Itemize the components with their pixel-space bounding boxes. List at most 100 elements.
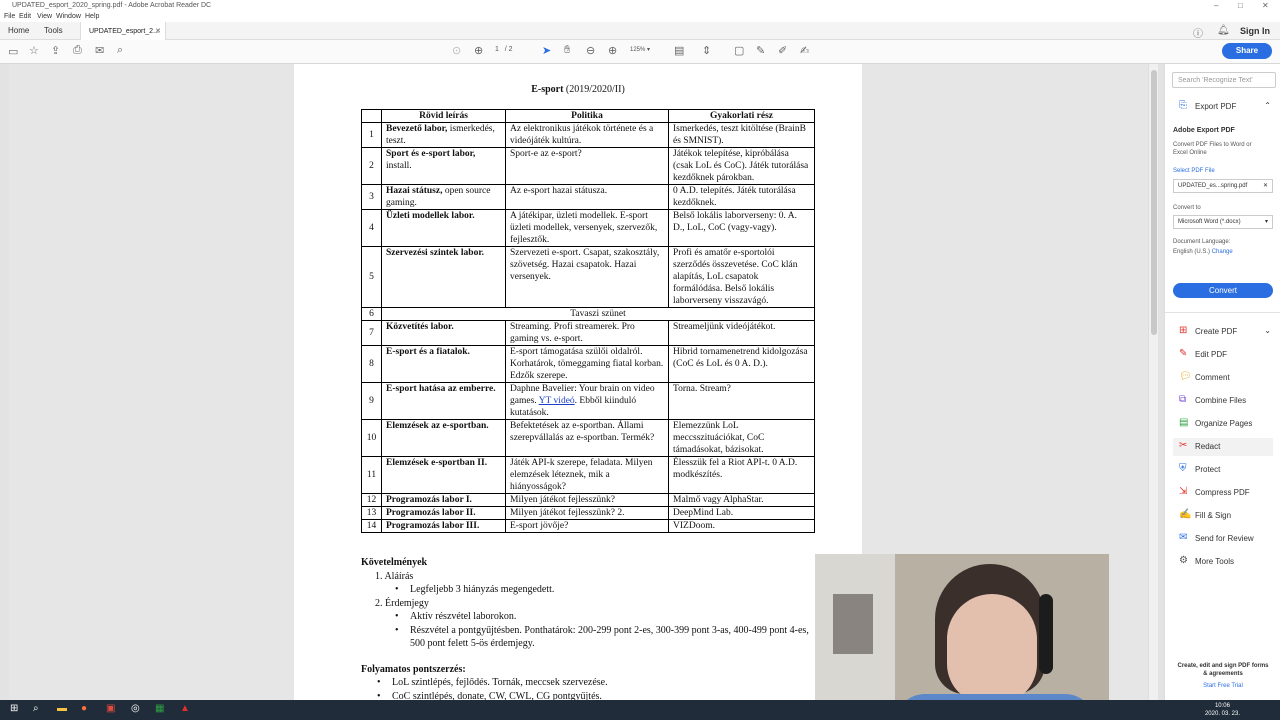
row-number: 9 <box>361 382 382 420</box>
windows-start-icon[interactable]: ⊞ <box>10 703 18 714</box>
tools-search-input[interactable]: Search 'Recognize Text' <box>1172 72 1276 88</box>
organize-pages-label: Organize Pages <box>1195 419 1253 428</box>
sign-in-link[interactable]: Sign In <box>1240 26 1270 36</box>
zoom-level[interactable]: 125% ▾ <box>630 46 650 53</box>
row-short-description: Programozás labor II. <box>381 506 506 520</box>
row-short-bold: Programozás labor III. <box>386 521 480 531</box>
chevron-down-icon: ▾ <box>1264 219 1268 225</box>
select-pdf-label: Select PDF File <box>1173 168 1215 174</box>
page-indicator[interactable]: 1 / 2 <box>495 46 513 53</box>
comment-icon[interactable]: ▢ <box>734 44 744 57</box>
points-bullet: • LoL szintlépés, fejlődés. Tornák, meccs… <box>361 676 811 690</box>
tool-comment[interactable]: 💬︎ Comment <box>1173 369 1273 387</box>
next-page-icon[interactable]: ⊕ <box>474 44 483 57</box>
req-bullet-text: Aktív részvétel laborokon. <box>410 611 517 622</box>
row-short-bold: Bevezető labor, <box>386 124 448 134</box>
points-bullet: • CoC szintlépés, donate, CW, CWL, CG pon… <box>361 690 811 701</box>
req-item-1: 1. Aláírás <box>375 570 414 582</box>
highlight-pen-icon[interactable]: ✎ <box>756 44 765 57</box>
maximize-icon[interactable]: □ <box>1238 1 1243 10</box>
tab-document[interactable]: UPDATED_esport_2... ✕ <box>80 22 166 40</box>
row-short-bold: Programozás labor I. <box>386 495 472 505</box>
tool-compress-pdf[interactable]: ⇲ Compress PDF <box>1173 484 1273 502</box>
tool-edit-pdf[interactable]: ✎ Edit PDF <box>1173 346 1273 364</box>
row-policy-text: Milyen játékot fejlesszünk? <box>510 495 615 505</box>
table-row: 3 Hazai státusz, open source gaming. Az e-… <box>361 184 815 210</box>
tool-protect[interactable]: ⛨ Protect <box>1173 461 1273 479</box>
upload-icon[interactable]: ⇪ <box>51 44 60 57</box>
tool-send-for-review[interactable]: ✉ Send for Review <box>1173 530 1273 548</box>
convert-button[interactable]: Convert <box>1173 283 1273 298</box>
clear-file-icon[interactable]: ✕ <box>1263 182 1268 189</box>
title-bold: E-sport <box>531 84 564 95</box>
bell-icon[interactable]: 🔔︎ <box>1217 25 1230 36</box>
yt-video-link[interactable]: YT videó <box>539 396 575 406</box>
scrollbar-thumb[interactable] <box>1151 70 1157 335</box>
hand-tool-icon[interactable]: ✋︎ <box>564 44 570 57</box>
start-trial-link[interactable]: Start Free Trial <box>1175 683 1271 689</box>
webcam-overlay <box>815 554 1109 720</box>
scroll-mode-icon[interactable]: ⇕ <box>702 44 711 57</box>
tool-combine-files[interactable]: ⧉ Combine Files <box>1173 392 1273 410</box>
tool-fill-sign[interactable]: ✍ Fill & Sign <box>1173 507 1273 525</box>
tab-tools[interactable]: Tools <box>44 26 63 35</box>
row-short-bold: Elemzések az e-sportban. <box>386 421 489 431</box>
taskbar-search-icon[interactable]: ⌕ <box>33 703 39 714</box>
save-icon[interactable]: ▭ <box>8 45 18 58</box>
tool-redact[interactable]: ✂ Redact <box>1173 438 1273 456</box>
email-icon[interactable]: ✉ <box>95 44 104 57</box>
zoom-in-icon[interactable]: ⊕ <box>608 44 617 57</box>
row-practice: Játékok telepítése, kipróbálása (csak Lo… <box>668 147 815 185</box>
menu-view[interactable]: View <box>37 13 52 20</box>
print-icon[interactable]: ⎙ <box>73 44 82 57</box>
page-current[interactable]: 1 <box>495 46 499 53</box>
sign-icon[interactable]: ✍︎ <box>800 44 809 57</box>
bookmark-star-icon[interactable]: ☆ <box>29 44 39 57</box>
table-row: 4 Üzleti modellek labor. A játékipar, üzle… <box>361 209 815 247</box>
chevron-down-icon[interactable]: ⌄ <box>1264 326 1271 335</box>
table-header-row: Rövid leírás Politika Gyakorlati rész <box>361 109 815 123</box>
minimize-icon[interactable]: – <box>1214 1 1218 10</box>
close-window-icon[interactable]: ✕ <box>1262 1 1269 10</box>
menu-edit[interactable]: Edit <box>19 13 31 20</box>
menu-file[interactable]: File <box>4 13 15 20</box>
fit-page-icon[interactable]: ▤ <box>674 44 684 57</box>
zoom-out-icon[interactable]: ⊖ <box>586 44 595 57</box>
acrobat-icon[interactable]: ▲ <box>180 703 190 714</box>
convert-format-select[interactable]: Microsoft Word (*.docx) ▾ <box>1173 215 1273 229</box>
header-short: Rövid leírás <box>381 109 506 123</box>
search-icon[interactable]: ⌕ <box>117 44 123 57</box>
prev-page-icon[interactable]: ⊙ <box>452 44 461 57</box>
menu-window[interactable]: Window <box>56 13 81 20</box>
row-number: 11 <box>361 456 382 494</box>
share-button[interactable]: Share <box>1222 43 1272 59</box>
row-short-description: E-sport hatása az emberre. <box>381 382 506 420</box>
tab-home[interactable]: Home <box>8 26 29 35</box>
vertical-scrollbar[interactable] <box>1148 64 1158 700</box>
tool-more-tools[interactable]: ⚙ More Tools <box>1173 553 1273 571</box>
file-explorer-icon[interactable]: ▬ <box>57 703 67 714</box>
row-policy-text: E-sport jövője? <box>510 521 569 531</box>
menu-help[interactable]: Help <box>85 13 99 20</box>
export-pdf-header[interactable]: ⎘ Export PDF ⌃ <box>1173 98 1273 116</box>
excel-icon[interactable]: ▦ <box>155 703 164 714</box>
break-text: Tavaszi szünet <box>381 307 815 321</box>
row-practice: Streameljünk videójátékot. <box>668 320 815 346</box>
app-icon[interactable]: ▣ <box>106 703 115 714</box>
chevron-up-icon[interactable]: ⌃ <box>1264 101 1271 110</box>
tool-organize-pages[interactable]: ▤ Organize Pages <box>1173 415 1273 433</box>
help-icon[interactable]: ⓘ <box>1193 25 1203 40</box>
select-cursor-icon[interactable]: ➤ <box>542 44 551 57</box>
row-short-bold: Közvetítés labor. <box>386 322 454 332</box>
app-icon[interactable]: ◎ <box>131 703 140 714</box>
selected-file-field[interactable]: UPDATED_es...spring.pdf ✕ <box>1173 179 1273 193</box>
tool-create-pdf[interactable]: ⊞ Create PDF ⌄ <box>1173 323 1273 341</box>
change-language-link[interactable]: Change <box>1212 249 1233 255</box>
row-policy-text: Milyen játékot fejlesszünk? 2. <box>510 508 625 518</box>
close-tab-icon[interactable]: ✕ <box>155 27 161 35</box>
row-short-bold: Szervezési szintek labor. <box>386 248 485 258</box>
create-pdf-icon: ⊞ <box>1179 325 1188 336</box>
firefox-icon[interactable]: ● <box>81 703 87 714</box>
system-clock[interactable]: 10:06 2020. 03. 23. <box>1205 702 1240 718</box>
draw-icon[interactable]: ✐ <box>778 44 787 57</box>
